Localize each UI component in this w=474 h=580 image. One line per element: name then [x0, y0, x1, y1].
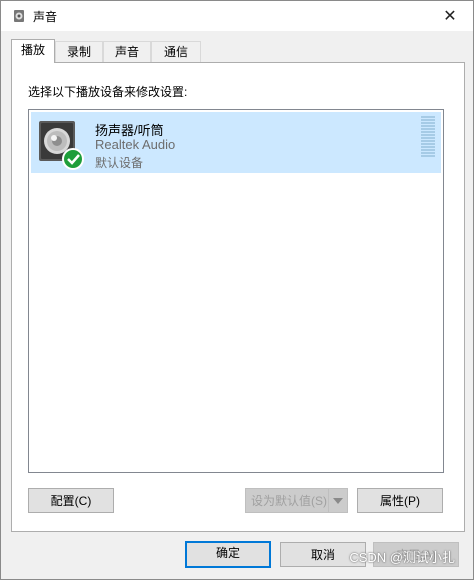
title-bar: 声音 ✕	[1, 1, 473, 31]
instruction-text: 选择以下播放设备来修改设置:	[28, 85, 188, 99]
sound-dialog: 声音 ✕ 播放 录制 声音 通信 选择以下播放设备来修改设置: 扬声器/听筒 R…	[0, 0, 474, 580]
window-title: 声音	[33, 10, 58, 24]
device-item-speakers[interactable]: 扬声器/听筒 Realtek Audio 默认设备	[31, 112, 441, 173]
tab-recording[interactable]: 录制	[55, 41, 103, 62]
device-driver: Realtek Audio	[95, 137, 176, 152]
watermark: CSDN @测试小扎	[349, 550, 455, 565]
ok-button[interactable]: 确定	[185, 541, 271, 568]
volume-level-meter	[421, 116, 435, 158]
set-default-button[interactable]: 设为默认值(S)	[245, 488, 348, 513]
tab-sounds[interactable]: 声音	[103, 41, 151, 62]
close-button[interactable]: ✕	[427, 1, 473, 31]
chevron-down-icon[interactable]	[328, 489, 347, 512]
check-icon	[62, 148, 84, 170]
device-status: 默认设备	[95, 156, 144, 170]
close-icon: ✕	[443, 8, 457, 25]
properties-button[interactable]: 属性(P)	[357, 488, 443, 513]
configure-button[interactable]: 配置(C)	[28, 488, 114, 513]
device-list[interactable]: 扬声器/听筒 Realtek Audio 默认设备	[28, 109, 444, 473]
playback-panel: 选择以下播放设备来修改设置: 扬声器/听筒 Realtek Audio 默认设备	[11, 62, 465, 532]
speaker-icon	[39, 121, 84, 170]
speaker-app-icon	[14, 10, 24, 22]
tab-communications[interactable]: 通信	[151, 41, 201, 62]
tab-playback[interactable]: 播放	[11, 39, 55, 63]
